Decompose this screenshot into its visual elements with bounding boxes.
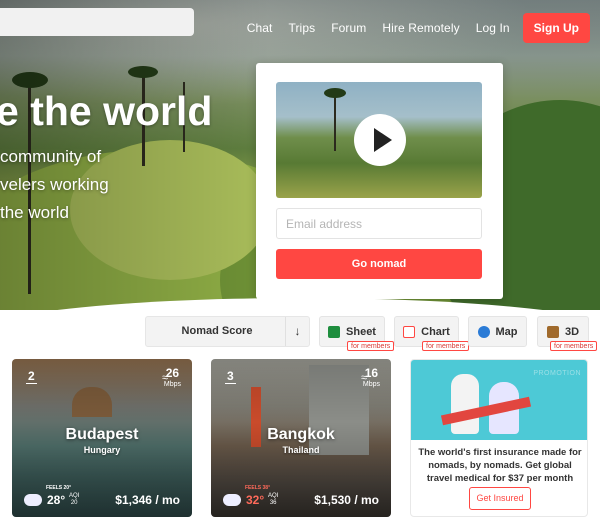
sort-label: Nomad Score bbox=[181, 325, 253, 337]
sort-direction-icon[interactable]: ↓ bbox=[285, 317, 309, 346]
hero-headline: e the world bbox=[0, 88, 213, 134]
members-badge: for members bbox=[347, 341, 395, 351]
air-quality: AQI 20 bbox=[69, 493, 80, 506]
get-insured-button[interactable]: Get Insured bbox=[469, 487, 531, 510]
feels-like: FEELS 20° bbox=[46, 485, 72, 491]
sign-up-button[interactable]: Sign Up bbox=[522, 13, 590, 43]
internet-speed: 26 Mbps bbox=[163, 366, 181, 388]
promo-text: The world's first insurance made for nom… bbox=[418, 447, 582, 484]
city-name: Budapest bbox=[65, 426, 139, 443]
city-card-bangkok[interactable]: 3 ≈ 16 Mbps Bangkok Thailand FEELS 38° 32… bbox=[211, 359, 391, 517]
sort-select[interactable]: Nomad Score ↓ bbox=[145, 316, 310, 347]
country-name: Thailand bbox=[282, 445, 320, 455]
nav-link-forum[interactable]: Forum bbox=[331, 21, 366, 35]
rain-cloud-icon bbox=[223, 494, 241, 506]
nav-link-hire-remotely[interactable]: Hire Remotely bbox=[382, 21, 459, 35]
email-field[interactable] bbox=[276, 208, 482, 239]
cost-of-living: $1,346 / mo bbox=[115, 493, 180, 507]
cube-icon bbox=[546, 325, 559, 338]
members-badge: for members bbox=[550, 341, 598, 351]
promotion-tag: PROMOTION bbox=[533, 370, 581, 377]
hero-subline-2: velers working bbox=[0, 175, 109, 194]
page: Chat Trips Forum Hire Remotely Log In Si… bbox=[0, 0, 600, 527]
globe-icon bbox=[477, 325, 490, 338]
temperature: 28° bbox=[47, 493, 66, 507]
view-chart-label: Chart bbox=[421, 325, 450, 338]
cloud-icon bbox=[24, 494, 42, 506]
view-sheet-label: Sheet bbox=[346, 325, 376, 338]
intro-video[interactable] bbox=[276, 82, 482, 198]
insurance-promo-card[interactable]: PROMOTION The world's first insurance ma… bbox=[410, 359, 588, 517]
members-badge: for members bbox=[422, 341, 470, 351]
feels-like: FEELS 38° bbox=[245, 485, 271, 491]
temperature: 32° bbox=[246, 493, 265, 507]
hero-subline-1: community of bbox=[0, 147, 102, 166]
nav-link-chat[interactable]: Chat bbox=[247, 21, 273, 35]
search-input[interactable] bbox=[0, 8, 194, 36]
play-icon[interactable] bbox=[354, 114, 406, 166]
nav-link-trips[interactable]: Trips bbox=[288, 21, 315, 35]
internet-speed: 16 Mbps bbox=[362, 366, 380, 388]
signup-card: Go nomad bbox=[256, 63, 503, 299]
chart-icon bbox=[403, 325, 416, 338]
view-map-label: Map bbox=[495, 325, 518, 338]
top-nav: Chat Trips Forum Hire Remotely Log In Si… bbox=[231, 13, 590, 43]
promo-illustration: PROMOTION bbox=[411, 360, 587, 440]
nav-link-log-in[interactable]: Log In bbox=[476, 21, 510, 35]
hero-subline-3: the world bbox=[0, 203, 69, 222]
sheet-icon bbox=[328, 325, 341, 338]
go-nomad-button[interactable]: Go nomad bbox=[276, 249, 482, 279]
cost-of-living: $1,530 / mo bbox=[314, 493, 379, 507]
view-toolbar: Nomad Score ↓ Sheet for members Chart fo… bbox=[0, 316, 600, 351]
view-map-button[interactable]: Map bbox=[468, 316, 527, 347]
country-name: Hungary bbox=[83, 445, 121, 455]
city-card-budapest[interactable]: 2 ≈ 26 Mbps Budapest Hungary FEELS 20° 28… bbox=[12, 359, 192, 517]
city-name: Bangkok bbox=[267, 426, 335, 443]
view-3d-label: 3D bbox=[564, 325, 580, 338]
rank-badge: 3 bbox=[225, 369, 236, 384]
rank-badge: 2 bbox=[26, 369, 37, 384]
air-quality: AQI 36 bbox=[268, 493, 279, 506]
